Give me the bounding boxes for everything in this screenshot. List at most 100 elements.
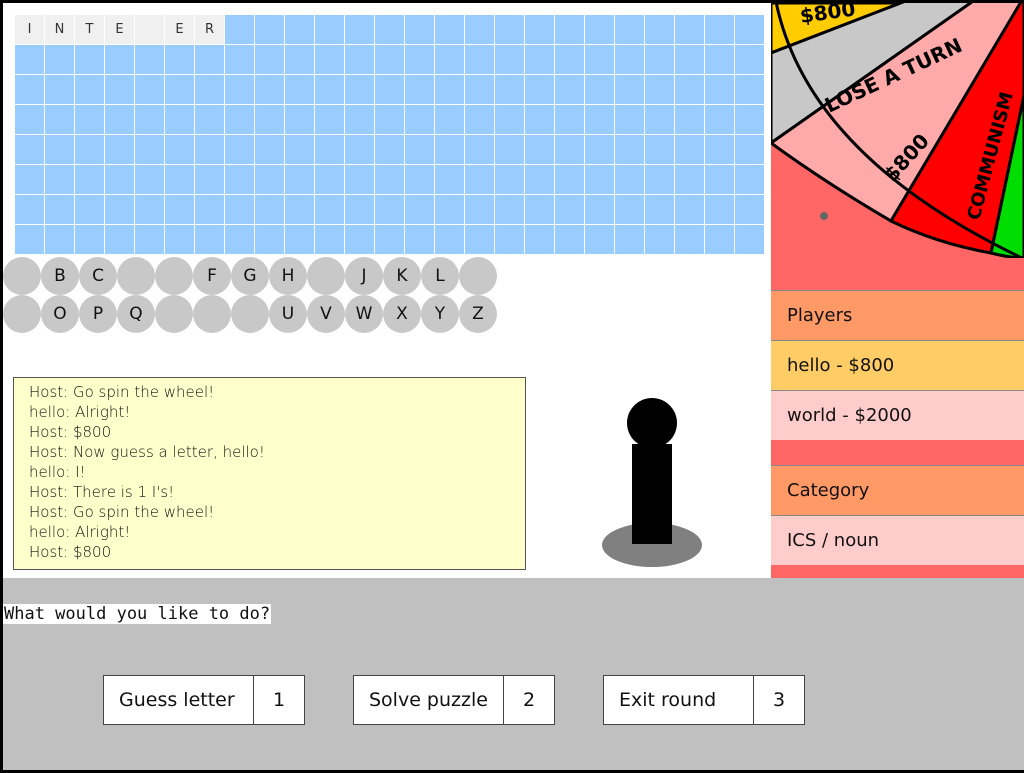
letter-button-k[interactable]: K <box>383 257 421 295</box>
puzzle-cell <box>585 135 615 165</box>
puzzle-cell <box>615 105 645 135</box>
letter-button-o[interactable]: O <box>41 295 79 333</box>
puzzle-cell <box>675 105 705 135</box>
puzzle-cell <box>555 105 585 135</box>
puzzle-cell <box>705 15 735 45</box>
puzzle-cell <box>465 225 495 255</box>
option-label[interactable]: Guess letter <box>104 676 254 724</box>
puzzle-cell <box>195 165 225 195</box>
puzzle-cell <box>375 165 405 195</box>
letter-button-c[interactable]: C <box>79 257 117 295</box>
puzzle-cell <box>375 225 405 255</box>
puzzle-cell <box>285 75 315 105</box>
letter-button-z[interactable]: Z <box>459 295 497 333</box>
letter-button-used[interactable] <box>155 295 193 333</box>
letter-button-f[interactable]: F <box>193 257 231 295</box>
puzzle-cell <box>255 135 285 165</box>
puzzle-cell <box>285 15 315 45</box>
puzzle-cell <box>735 45 765 75</box>
letter-button-h[interactable]: H <box>269 257 307 295</box>
letter-button-used[interactable] <box>307 257 345 295</box>
letter-button-j[interactable]: J <box>345 257 383 295</box>
guess-letter-option[interactable]: Guess letter 1 <box>103 675 305 725</box>
player-row: hello - $800 <box>771 340 1024 390</box>
chat-line: Host: $800 <box>29 543 112 561</box>
puzzle-cell <box>405 165 435 195</box>
puzzle-cell <box>165 165 195 195</box>
puzzle-cell <box>75 105 105 135</box>
puzzle-cell <box>45 135 75 165</box>
letter-button-u[interactable]: U <box>269 295 307 333</box>
puzzle-cell <box>405 105 435 135</box>
letter-button-p[interactable]: P <box>79 295 117 333</box>
letter-button-w[interactable]: W <box>345 295 383 333</box>
puzzle-cell <box>675 75 705 105</box>
puzzle-cell <box>165 225 195 255</box>
puzzle-cell <box>255 75 285 105</box>
letter-button-used[interactable] <box>155 257 193 295</box>
puzzle-cell <box>645 135 675 165</box>
puzzle-cell <box>75 165 105 195</box>
option-key[interactable]: 2 <box>504 676 554 724</box>
chat-line: hello: Alright! <box>29 403 131 421</box>
chat-line: hello: I! <box>29 463 86 481</box>
side-panel: $800 LOSE A TURN $800 COMMUNISM Players … <box>771 3 1024 578</box>
letter-button-used[interactable] <box>3 257 41 295</box>
letter-button-b[interactable]: B <box>41 257 79 295</box>
puzzle-cell <box>615 15 645 45</box>
puzzle-cell <box>675 225 705 255</box>
puzzle-cell <box>375 15 405 45</box>
letter-button-used[interactable] <box>459 257 497 295</box>
letter-button-q[interactable]: Q <box>117 295 155 333</box>
puzzle-cell <box>15 225 45 255</box>
puzzle-cell <box>285 45 315 75</box>
letter-button-used[interactable] <box>231 295 269 333</box>
puzzle-cell <box>555 75 585 105</box>
puzzle-cell <box>645 75 675 105</box>
puzzle-cell <box>675 15 705 45</box>
category-heading: Category <box>771 465 1024 515</box>
puzzle-cell <box>525 135 555 165</box>
puzzle-cell <box>675 195 705 225</box>
solve-puzzle-option[interactable]: Solve puzzle 2 <box>353 675 555 725</box>
puzzle-cell <box>615 75 645 105</box>
puzzle-cell <box>375 105 405 135</box>
puzzle-cell <box>615 195 645 225</box>
exit-round-option[interactable]: Exit round 3 <box>603 675 805 725</box>
puzzle-cell <box>105 75 135 105</box>
puzzle-cell <box>75 195 105 225</box>
puzzle-cell <box>405 135 435 165</box>
puzzle-cell <box>555 165 585 195</box>
puzzle-cell <box>315 75 345 105</box>
option-key[interactable]: 3 <box>754 676 804 724</box>
puzzle-cell <box>255 165 285 195</box>
letter-row-2: OPQ UVWXYZ <box>3 295 497 333</box>
puzzle-cell <box>195 75 225 105</box>
option-label[interactable]: Exit round <box>604 676 754 724</box>
puzzle-cell: N <box>45 15 75 45</box>
letter-button-v[interactable]: V <box>307 295 345 333</box>
puzzle-cell <box>555 45 585 75</box>
puzzle-cell <box>495 165 525 195</box>
letter-button-used[interactable] <box>3 295 41 333</box>
letter-button-x[interactable]: X <box>383 295 421 333</box>
puzzle-cell <box>105 225 135 255</box>
puzzle-cell <box>285 225 315 255</box>
letter-button-g[interactable]: G <box>231 257 269 295</box>
puzzle-cell <box>465 135 495 165</box>
letter-button-l[interactable]: L <box>421 257 459 295</box>
prize-wheel[interactable]: $800 LOSE A TURN $800 COMMUNISM <box>771 3 1024 258</box>
option-key[interactable]: 1 <box>254 676 304 724</box>
puzzle-cell <box>375 135 405 165</box>
letter-button-used[interactable] <box>117 257 155 295</box>
letter-button-used[interactable] <box>193 295 231 333</box>
option-label[interactable]: Solve puzzle <box>354 676 504 724</box>
puzzle-cell <box>405 225 435 255</box>
letter-button-y[interactable]: Y <box>421 295 459 333</box>
puzzle-cell <box>345 75 375 105</box>
letter-row-1: BC FGHJKL <box>3 257 497 295</box>
puzzle-cell <box>255 105 285 135</box>
puzzle-cell <box>465 75 495 105</box>
puzzle-cell <box>165 105 195 135</box>
puzzle-cell <box>735 15 765 45</box>
